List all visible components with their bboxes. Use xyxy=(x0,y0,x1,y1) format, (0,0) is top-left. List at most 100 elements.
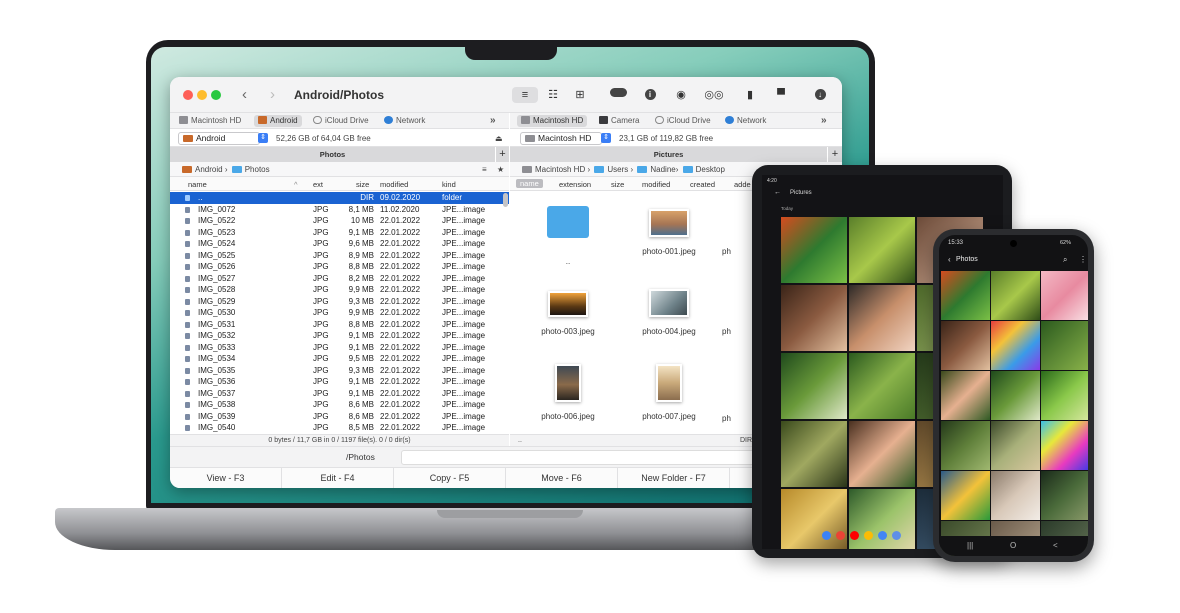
parent-dir-row[interactable]: .. DIR 09.02.2020 folder xyxy=(170,192,509,204)
app-icon[interactable] xyxy=(850,531,859,540)
edit-button[interactable]: Edit - F4 xyxy=(282,468,394,488)
col-size[interactable]: size xyxy=(611,180,624,189)
photo-thumbnail[interactable] xyxy=(781,421,847,487)
file-row[interactable]: IMG_0539 JPG 8,6 MB 22.01.2022 JPE...image xyxy=(170,411,509,423)
device-macintosh-hd[interactable]: Macintosh HD xyxy=(517,115,588,127)
more-devices-button[interactable]: » xyxy=(486,115,500,127)
device-icloud-drive[interactable]: iCloud Drive xyxy=(651,115,715,127)
col-modified[interactable]: modified xyxy=(642,180,670,189)
file-row[interactable]: IMG_0534 JPG 9,5 MB 22.01.2022 JPE...image xyxy=(170,353,509,365)
file-row[interactable]: IMG_0072 JPG 8,1 MB 11.02.2020 JPE...image xyxy=(170,204,509,216)
col-extension[interactable]: extension xyxy=(559,180,591,189)
star-icon[interactable]: ★ xyxy=(497,162,504,176)
download-icon[interactable]: ↓ xyxy=(810,87,830,103)
photo-thumbnail[interactable] xyxy=(941,321,990,370)
file-row[interactable]: IMG_0540 JPG 8,5 MB 22.01.2022 JPE...image xyxy=(170,422,509,433)
grid-item-photo[interactable]: photo-004.jpeg xyxy=(624,289,714,336)
view-button[interactable]: View - F3 xyxy=(170,468,282,488)
col-created[interactable]: created xyxy=(690,180,715,189)
grid-item-photo[interactable]: photo-001.jpeg xyxy=(624,209,714,256)
col-name[interactable]: name xyxy=(188,180,207,189)
col-name[interactable]: name xyxy=(516,179,543,188)
app-icon[interactable] xyxy=(892,531,901,540)
photo-thumbnail[interactable] xyxy=(781,353,847,419)
photo-thumbnail[interactable] xyxy=(991,421,1040,470)
photo-thumbnail[interactable] xyxy=(849,353,915,419)
back-button[interactable]: < xyxy=(1053,541,1058,550)
device-macintosh-hd[interactable]: Macintosh HD xyxy=(175,115,245,127)
recents-button[interactable]: ||| xyxy=(967,541,973,550)
chevron-updown-icon[interactable]: ⇕ xyxy=(601,133,611,143)
zoom-window-button[interactable] xyxy=(211,90,221,100)
device-icloud-drive[interactable]: iCloud Drive xyxy=(309,115,373,127)
photo-thumbnail[interactable] xyxy=(991,321,1040,370)
back-arrow-icon[interactable]: ‹ xyxy=(948,255,951,264)
file-row[interactable]: IMG_0531 JPG 8,8 MB 22.01.2022 JPE...image xyxy=(170,319,509,331)
eye-icon[interactable]: ◉ xyxy=(671,87,691,103)
file-row[interactable]: IMG_0529 JPG 9,3 MB 22.01.2022 JPE...image xyxy=(170,296,509,308)
breadcrumb-item[interactable]: Macintosh HD xyxy=(535,165,585,174)
toggle-icon[interactable] xyxy=(608,87,628,103)
menu-icon[interactable]: ≡ xyxy=(482,162,487,176)
app-icon[interactable] xyxy=(878,531,887,540)
detail-view-icon[interactable]: ☷ xyxy=(543,87,563,103)
photo-thumbnail[interactable] xyxy=(1041,371,1088,420)
minimize-window-button[interactable] xyxy=(197,90,207,100)
col-kind[interactable]: kind xyxy=(442,180,456,189)
breadcrumb-item[interactable]: Photos xyxy=(245,165,270,174)
photo-thumbnail[interactable] xyxy=(1041,471,1088,520)
left-file-list[interactable]: .. DIR 09.02.2020 folder IMG_0072 JPG 8,1 MB 11… xyxy=(170,192,509,433)
file-row[interactable]: IMG_0536 JPG 9,1 MB 22.01.2022 JPE...image xyxy=(170,376,509,388)
more-vert-icon[interactable]: ⋮ xyxy=(1079,255,1087,264)
file-row[interactable]: IMG_0537 JPG 9,1 MB 22.01.2022 JPE...image xyxy=(170,388,509,400)
grid-view-icon[interactable]: ⊞ xyxy=(570,87,590,103)
col-ext[interactable]: ext xyxy=(313,180,323,189)
photo-thumbnail[interactable] xyxy=(781,285,847,351)
info-icon[interactable]: i xyxy=(640,87,660,103)
file-row[interactable]: IMG_0532 JPG 9,1 MB 22.01.2022 JPE...image xyxy=(170,330,509,342)
photo-thumbnail[interactable] xyxy=(1041,421,1088,470)
file-row[interactable]: IMG_0525 JPG 8,9 MB 22.01.2022 JPE...image xyxy=(170,250,509,262)
back-arrow-icon[interactable]: ← xyxy=(774,189,781,196)
add-tab-icon[interactable]: + xyxy=(828,147,842,162)
photo-thumbnail[interactable] xyxy=(1041,271,1088,320)
file-row[interactable]: IMG_0528 JPG 9,9 MB 22.01.2022 JPE...image xyxy=(170,284,509,296)
breadcrumb-item[interactable]: Android xyxy=(195,165,223,174)
photo-thumbnail[interactable] xyxy=(941,471,990,520)
chevron-right-icon[interactable]: › xyxy=(270,86,275,103)
command-input[interactable] xyxy=(401,450,761,465)
device-android[interactable]: Android xyxy=(254,115,302,127)
photo-thumbnail[interactable] xyxy=(941,271,990,320)
photo-thumbnail[interactable] xyxy=(941,421,990,470)
drive-selector[interactable]: Macintosh HD xyxy=(520,132,602,145)
grid-item-photo[interactable]: ph xyxy=(722,364,752,423)
photo-thumbnail[interactable] xyxy=(941,371,990,420)
file-row[interactable]: IMG_0522 JPG 10 MB 22.01.2022 JPE...image xyxy=(170,215,509,227)
grid-item-photo[interactable]: photo-007.jpeg xyxy=(624,364,714,421)
app-icon[interactable] xyxy=(864,531,873,540)
app-icon[interactable] xyxy=(822,531,831,540)
chevron-left-icon[interactable]: ‹ xyxy=(242,86,247,103)
app-icon[interactable] xyxy=(836,531,845,540)
file-row[interactable]: IMG_0533 JPG 9,1 MB 22.01.2022 JPE...image xyxy=(170,342,509,354)
new-folder-button[interactable]: New Folder - F7 xyxy=(618,468,730,488)
chevron-updown-icon[interactable]: ⇕ xyxy=(258,133,268,143)
breadcrumb-item[interactable]: Desktop xyxy=(696,165,725,174)
grid-item-photo[interactable]: photo-006.jpeg xyxy=(523,364,613,421)
file-row[interactable]: IMG_0535 JPG 9,3 MB 22.01.2022 JPE...image xyxy=(170,365,509,377)
device-network[interactable]: Network xyxy=(380,115,429,127)
photo-thumbnail[interactable] xyxy=(1041,321,1088,370)
photo-thumbnail[interactable] xyxy=(991,371,1040,420)
grid-item-photo[interactable]: ph xyxy=(722,289,752,336)
list-view-button[interactable]: ≡ xyxy=(512,77,538,113)
file-row[interactable]: IMG_0523 JPG 9,1 MB 22.01.2022 JPE...image xyxy=(170,227,509,239)
file-row[interactable]: IMG_0530 JPG 9,9 MB 22.01.2022 JPE...image xyxy=(170,307,509,319)
binoculars-icon[interactable]: ◎◎ xyxy=(702,87,726,103)
terminal-icon[interactable]: ▀ xyxy=(771,87,791,103)
home-button[interactable]: O xyxy=(1010,541,1016,550)
copy-button[interactable]: Copy - F5 xyxy=(394,468,506,488)
grid-item-parent[interactable]: .. xyxy=(523,206,613,266)
photo-thumbnail[interactable] xyxy=(781,217,847,283)
col-modified[interactable]: modified xyxy=(380,180,408,189)
breadcrumb-item[interactable]: Nadine xyxy=(650,165,675,174)
